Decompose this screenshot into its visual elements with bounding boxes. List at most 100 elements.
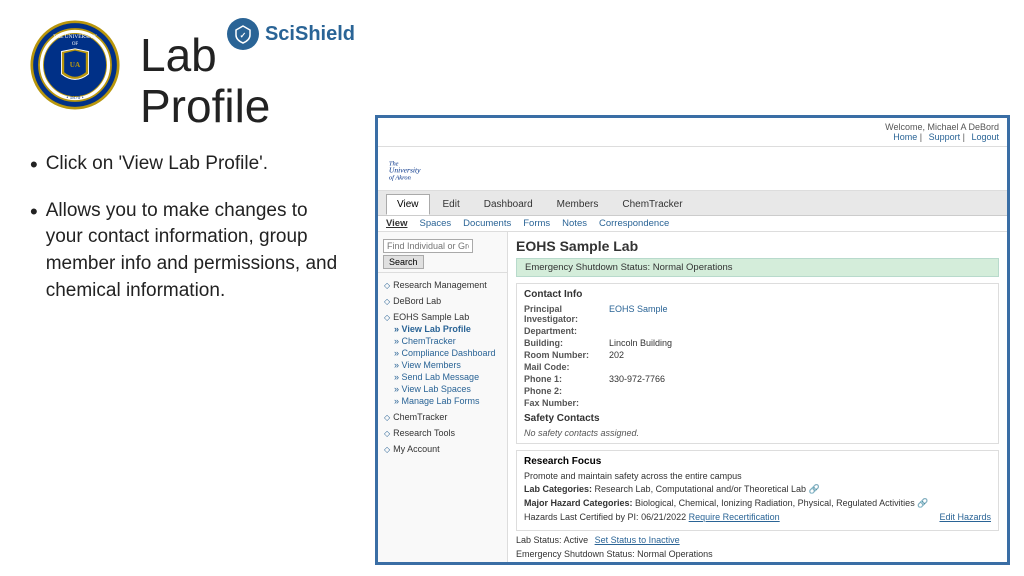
sidebar-item-view-lab-profile[interactable]: View Lab Profile <box>384 323 501 335</box>
browser-header: The University of Akron <box>378 147 1007 191</box>
sidebar-section-chemtracker: ChemTracker <box>378 409 507 425</box>
scishield-icon: ✓ <box>227 18 259 50</box>
subnav-spaces[interactable]: Spaces <box>419 218 451 229</box>
dept-label: Department: <box>524 326 609 336</box>
emergency-status-banner: Emergency Shutdown Status: Normal Operat… <box>516 258 999 277</box>
lab-status-label: Lab Status: <box>516 535 562 545</box>
home-link[interactable]: Home <box>893 132 917 142</box>
mail-row: Mail Code: <box>524 362 991 372</box>
browser-screenshot: Welcome, Michael A DeBord Home | Support… <box>375 115 1010 565</box>
set-inactive-link[interactable]: Set Status to Inactive <box>595 535 680 545</box>
sidebar-section-eohs: EOHS Sample Lab View Lab Profile ChemTra… <box>378 309 507 409</box>
bullet-list: Click on 'View Lab Profile'. Allows you … <box>30 151 340 304</box>
sidebar-search-button[interactable]: Search <box>383 255 424 269</box>
browser-sidebar: Search Research Management DeBord Lab EO… <box>378 232 508 562</box>
support-link[interactable]: Support <box>929 132 961 142</box>
fax-label: Fax Number: <box>524 398 609 408</box>
sidebar-item-send-message[interactable]: Send Lab Message <box>384 371 501 383</box>
sidebar-header-research-tools[interactable]: Research Tools <box>384 427 501 439</box>
tab-dashboard[interactable]: Dashboard <box>473 194 544 215</box>
hazards-value: Biological, Chemical, Ionizing Radiation… <box>635 498 915 508</box>
browser-topbar: Welcome, Michael A DeBord Home | Support… <box>378 118 1007 147</box>
building-value: Lincoln Building <box>609 338 672 348</box>
sidebar-item-compliance[interactable]: Compliance Dashboard <box>384 347 501 359</box>
phone1-row: Phone 1: 330-972-7766 <box>524 374 991 384</box>
phone2-row: Phone 2: <box>524 386 991 396</box>
subnav-forms[interactable]: Forms <box>523 218 550 229</box>
svg-text:• 1870 •: • 1870 • <box>66 95 83 101</box>
sidebar-header-chemtracker[interactable]: ChemTracker <box>384 411 501 423</box>
sidebar-header-debord[interactable]: DeBord Lab <box>384 295 501 307</box>
sub-nav: View Spaces Documents Forms Notes Corres… <box>378 216 1007 232</box>
promote-row: Promote and maintain safety across the e… <box>524 471 991 481</box>
categories-label: Lab Categories: <box>524 484 592 494</box>
sidebar-item-lab-spaces[interactable]: View Lab Spaces <box>384 383 501 395</box>
svg-text:University: University <box>389 166 421 175</box>
subnav-notes[interactable]: Notes <box>562 218 587 229</box>
edit-hazards-link[interactable]: Edit Hazards <box>939 512 991 522</box>
welcome-text: Welcome, Michael A DeBord <box>885 122 999 132</box>
lab-status-row: Lab Status: Active Set Status to Inactiv… <box>516 535 999 545</box>
sidebar-header-my-account[interactable]: My Account <box>384 443 501 455</box>
browser-main: EOHS Sample Lab Emergency Shutdown Statu… <box>508 232 1007 562</box>
svg-text:OF: OF <box>72 42 79 47</box>
recertify-link[interactable]: Require Recertification <box>689 512 780 522</box>
categories-value: Research Lab, Computational and/or Theor… <box>595 484 806 494</box>
hazards-row: Major Hazard Categories: Biological, Che… <box>524 498 991 509</box>
left-panel: THE UNIVERSITY OF UA • 1870 • Lab Profil… <box>0 0 370 576</box>
safety-contacts-value: No safety contacts assigned. <box>524 428 991 438</box>
pi-link[interactable]: EOHS Sample <box>609 304 668 314</box>
emergency-shutdown-row: Emergency Shutdown Status: Normal Operat… <box>516 549 999 559</box>
sidebar-section-research-tools: Research Tools <box>378 425 507 441</box>
sidebar-item-chemtracker[interactable]: ChemTracker <box>384 335 501 347</box>
fax-row: Fax Number: <box>524 398 991 408</box>
subnav-correspondence[interactable]: Correspondence <box>599 218 669 229</box>
sidebar-item-members[interactable]: View Members <box>384 359 501 371</box>
emergency-label: Emergency Shutdown Status: <box>516 549 635 559</box>
hazards-label: Major Hazard Categories: <box>524 498 633 508</box>
sidebar-header-eohs[interactable]: EOHS Sample Lab <box>384 311 501 323</box>
categories-icon: 🔗 <box>809 484 820 494</box>
tab-chemtracker[interactable]: ChemTracker <box>611 194 693 215</box>
logout-link[interactable]: Logout <box>971 132 999 142</box>
building-label: Building: <box>524 338 609 348</box>
sidebar-section-debord: DeBord Lab <box>378 293 507 309</box>
emergency-value: Normal Operations <box>637 549 713 559</box>
lab-status-value: Active <box>564 535 589 545</box>
scishield-logo: ✓ SciShield <box>227 18 355 50</box>
phone1-label: Phone 1: <box>524 374 609 384</box>
certified-row: Hazards Last Certified by PI: 06/21/2022… <box>524 512 991 522</box>
mail-label: Mail Code: <box>524 362 609 372</box>
pi-value: EOHS Sample <box>609 304 668 324</box>
certified-label: Hazards Last Certified by PI: <box>524 512 639 522</box>
tab-edit[interactable]: Edit <box>432 194 471 215</box>
pi-row: Principal Investigator: EOHS Sample <box>524 304 991 324</box>
bullet-item-2: Allows you to make changes to your conta… <box>30 198 340 304</box>
svg-text:✓: ✓ <box>240 31 247 40</box>
dept-row: Department: <box>524 326 991 336</box>
research-focus-box: Research Focus Promote and maintain safe… <box>516 450 999 531</box>
sidebar-search-area: Search <box>378 236 507 273</box>
sidebar-header-research[interactable]: Research Management <box>384 279 501 291</box>
building-row: Building: Lincoln Building <box>524 338 991 348</box>
sidebar-item-manage-forms[interactable]: Manage Lab Forms <box>384 395 501 407</box>
hazards-icon: 🔗 <box>917 498 928 508</box>
phone2-label: Phone 2: <box>524 386 609 396</box>
ua-seal-logo: THE UNIVERSITY OF UA • 1870 • <box>30 20 120 110</box>
svg-text:THE UNIVERSITY: THE UNIVERSITY <box>53 34 97 40</box>
subnav-documents[interactable]: Documents <box>463 218 511 229</box>
ua-header-logo: The University of Akron <box>386 151 456 186</box>
research-title: Research Focus <box>524 456 991 467</box>
scishield-name: SciShield <box>265 23 355 46</box>
svg-text:UA: UA <box>70 61 81 69</box>
sidebar-search-input[interactable] <box>383 239 473 253</box>
svg-text:of Akron: of Akron <box>389 175 411 182</box>
tab-members[interactable]: Members <box>546 194 610 215</box>
browser-content: Search Research Management DeBord Lab EO… <box>378 232 1007 562</box>
room-row: Room Number: 202 <box>524 350 991 360</box>
certified-date: 06/21/2022 <box>641 512 686 522</box>
tab-view[interactable]: View <box>386 194 430 215</box>
contact-info-box: Contact Info Principal Investigator: EOH… <box>516 283 999 444</box>
subnav-view[interactable]: View <box>386 218 407 229</box>
pi-label: Principal Investigator: <box>524 304 609 324</box>
